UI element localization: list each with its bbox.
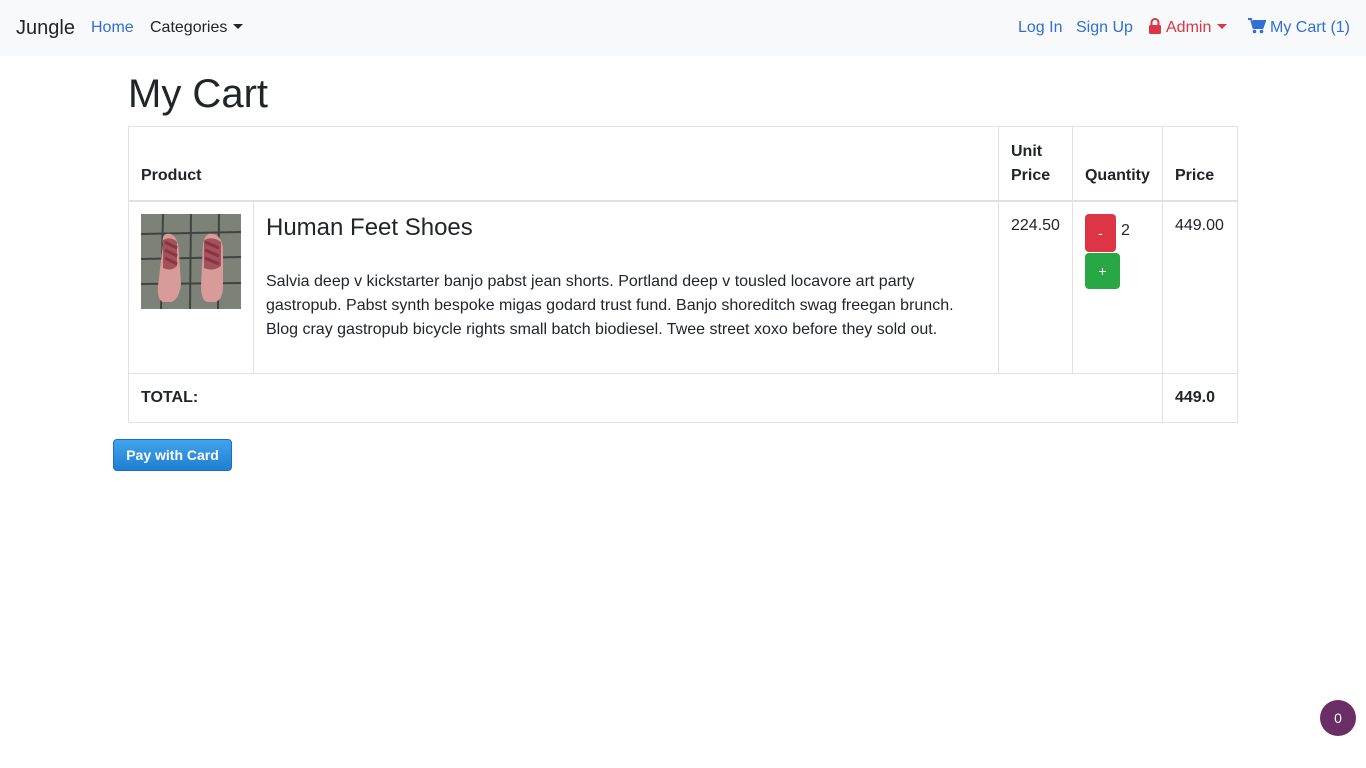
product-info-cell: Human Feet Shoes Salvia deep v kickstart… bbox=[253, 200, 999, 374]
quantity-cell: - 2 + bbox=[1071, 200, 1163, 374]
product-description: Salvia deep v kickstarter banjo pabst je… bbox=[266, 272, 954, 338]
nav-admin-label: Admin bbox=[1166, 19, 1212, 36]
top-navbar: Jungle Home Categories Log In Sign Up Ad… bbox=[0, 0, 1366, 56]
quantity-stepper: - 2 + bbox=[1084, 213, 1150, 290]
nav-login-link[interactable]: Log In bbox=[1018, 17, 1062, 39]
nav-cart-link[interactable]: My Cart (1) bbox=[1248, 17, 1350, 39]
quantity-value: 2 bbox=[1120, 221, 1130, 239]
shopping-cart-icon bbox=[1248, 18, 1267, 34]
nav-categories-dropdown[interactable]: Categories bbox=[150, 17, 244, 39]
nav-categories-label: Categories bbox=[150, 19, 228, 36]
total-row: TOTAL: 449.0 bbox=[128, 373, 1239, 423]
header-product: Product bbox=[128, 126, 999, 202]
product-image[interactable] bbox=[141, 213, 241, 309]
table-row: Human Feet Shoes Salvia deep v kickstart… bbox=[128, 200, 1239, 374]
page-title: My Cart bbox=[128, 72, 268, 116]
line-price-cell: 449.00 bbox=[1161, 200, 1239, 374]
header-quantity: Quantity bbox=[1071, 126, 1163, 202]
product-name[interactable]: Human Feet Shoes bbox=[266, 214, 986, 242]
chevron-down-icon bbox=[233, 24, 244, 29]
pay-with-card-button[interactable]: Pay with Card bbox=[113, 439, 232, 471]
unit-price-cell: 224.50 bbox=[998, 200, 1073, 374]
increment-quantity-button[interactable]: + bbox=[1084, 252, 1120, 289]
nav-home-link[interactable]: Home bbox=[91, 17, 134, 39]
cart-table: Product Unit Price Quantity Price Human … bbox=[128, 126, 1239, 423]
header-price: Price bbox=[1161, 126, 1239, 202]
decrement-quantity-button[interactable]: - bbox=[1084, 213, 1116, 252]
total-label: TOTAL: bbox=[128, 373, 1163, 423]
nav-admin-dropdown[interactable]: Admin bbox=[1148, 17, 1228, 39]
nav-signup-link[interactable]: Sign Up bbox=[1076, 17, 1133, 39]
total-value: 449.0 bbox=[1161, 373, 1239, 423]
table-header-row: Product Unit Price Quantity Price bbox=[128, 126, 1239, 202]
header-unit-price: Unit Price bbox=[998, 126, 1073, 202]
lock-icon bbox=[1149, 18, 1161, 34]
chevron-down-icon bbox=[1217, 24, 1228, 29]
floating-counter-badge[interactable]: 0 bbox=[1320, 700, 1356, 736]
brand-link[interactable]: Jungle bbox=[16, 14, 75, 42]
nav-cart-label: My Cart (1) bbox=[1270, 19, 1350, 36]
product-image-cell bbox=[128, 200, 254, 374]
